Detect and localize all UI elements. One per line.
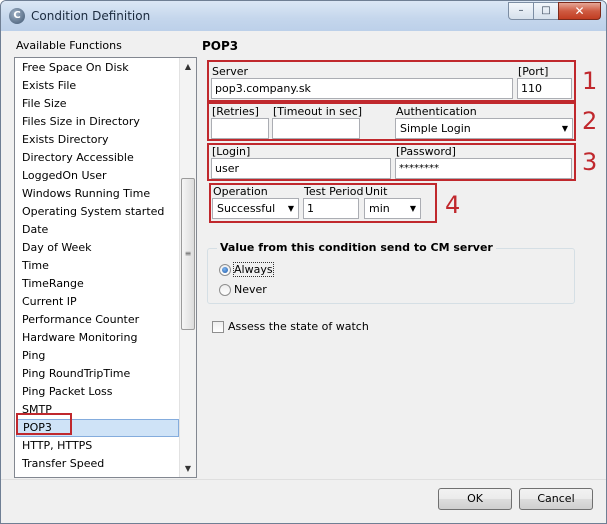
function-list-item[interactable]: Ping Packet Loss (16, 383, 179, 401)
function-list-item[interactable]: Files Size in Directory (16, 113, 179, 131)
function-list-item[interactable]: Transfer Speed (16, 455, 179, 473)
annotation-box-1 (207, 60, 576, 102)
function-list-item[interactable]: Ping (16, 347, 179, 365)
annotation-box-3 (207, 143, 576, 181)
never-label[interactable]: Never (234, 283, 267, 296)
scroll-grip-icon: ≡ (184, 249, 192, 258)
scroll-down-icon[interactable]: ▼ (180, 460, 196, 477)
annotation-number-2: 2 (582, 107, 598, 135)
function-list-item[interactable]: Windows Running Time (16, 185, 179, 203)
annotation-box-2 (207, 102, 576, 141)
function-list-item[interactable]: Performance Counter (16, 311, 179, 329)
function-list-item[interactable]: Exists File (16, 77, 179, 95)
app-icon: C (9, 8, 25, 24)
window-title: Condition Definition (31, 9, 151, 23)
function-list-item[interactable]: Transfer speed of FTP (16, 473, 179, 477)
always-label[interactable]: Always (233, 262, 274, 277)
function-list-item[interactable]: File Size (16, 95, 179, 113)
minimize-button[interactable]: – (508, 2, 534, 20)
never-radio[interactable] (219, 284, 231, 296)
footer-divider (1, 479, 606, 480)
function-list-item[interactable]: Ping RoundTripTime (16, 365, 179, 383)
function-list-item[interactable]: HTTP, HTTPS (16, 437, 179, 455)
function-list-item[interactable]: LoggedOn User (16, 167, 179, 185)
selected-function-highlight (16, 413, 72, 435)
close-button[interactable]: ✕ (558, 2, 601, 20)
assess-checkbox[interactable] (212, 321, 224, 333)
annotation-number-1: 1 (582, 67, 598, 95)
annotation-number-3: 3 (582, 148, 598, 176)
function-list-item[interactable]: TimeRange (16, 275, 179, 293)
function-list-item[interactable]: Date (16, 221, 179, 239)
title-bar[interactable]: C Condition Definition – □ ✕ (1, 1, 606, 31)
function-list-item[interactable]: Day of Week (16, 239, 179, 257)
available-functions-heading: Available Functions (16, 39, 122, 52)
annotation-number-4: 4 (445, 191, 461, 219)
ok-button[interactable]: OK (438, 488, 512, 510)
function-list-item[interactable]: Directory Accessible (16, 149, 179, 167)
condition-definition-window: C Condition Definition – □ ✕ Available F… (0, 0, 607, 524)
maximize-button[interactable]: □ (533, 2, 559, 20)
form-heading: POP3 (202, 39, 239, 53)
assess-label[interactable]: Assess the state of watch (228, 320, 369, 333)
function-list-scrollbar[interactable]: ▲ ≡ ▼ (179, 58, 196, 477)
send-group-title: Value from this condition send to CM ser… (217, 241, 496, 254)
scroll-up-icon[interactable]: ▲ (180, 58, 196, 75)
function-list-item[interactable]: Operating System started (16, 203, 179, 221)
function-list-item[interactable]: Current IP (16, 293, 179, 311)
function-list-item[interactable]: Exists Directory (16, 131, 179, 149)
function-list-item[interactable]: Free Space On Disk (16, 59, 179, 77)
scroll-thumb[interactable]: ≡ (181, 178, 195, 330)
function-list-item[interactable]: Hardware Monitoring (16, 329, 179, 347)
annotation-box-4 (209, 183, 437, 223)
function-list-item[interactable]: Time (16, 257, 179, 275)
always-radio[interactable] (219, 264, 231, 276)
cancel-button[interactable]: Cancel (519, 488, 593, 510)
